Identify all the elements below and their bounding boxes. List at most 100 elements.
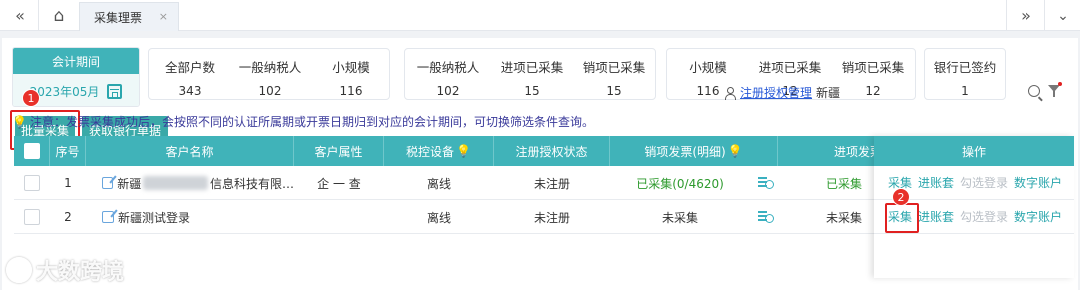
stat-value: 102 bbox=[436, 84, 460, 98]
tab-bar: « ⌂ 采集理票 × » ⌄ bbox=[0, 0, 1080, 31]
highlight-box-2 bbox=[885, 203, 919, 233]
main-panel: 会计期间 2023年05月 全部户数 343 一般纳税人 102 小规模 116… bbox=[2, 38, 1078, 290]
stat-item[interactable]: 银行已签约 1 bbox=[925, 49, 1005, 101]
stat-label: 销项已采集 bbox=[841, 60, 905, 75]
edit-icon[interactable] bbox=[102, 211, 114, 223]
watermark-text: 大数跨境 bbox=[36, 260, 125, 285]
col-sales-label: 销项发票(明细) bbox=[644, 144, 726, 159]
tab-label: 采集理票 bbox=[94, 10, 143, 25]
stat-label: 小规模 bbox=[689, 60, 727, 75]
collapse-left-icon[interactable]: « bbox=[4, 0, 36, 31]
tax-device: 离线 bbox=[426, 176, 451, 191]
col-device-label: 税控设备 bbox=[406, 144, 455, 159]
stat-item[interactable]: 进项已采集 15 bbox=[491, 49, 573, 101]
redacted-text bbox=[143, 176, 208, 190]
scroll-right-icon[interactable]: » bbox=[1010, 0, 1042, 31]
search-icon[interactable] bbox=[1028, 85, 1040, 97]
select-all-checkbox[interactable] bbox=[23, 143, 40, 159]
digital-account-link[interactable]: 数字账户 bbox=[1014, 174, 1062, 191]
col-reg-status: 注册授权状态 bbox=[494, 136, 610, 166]
col-sales: 销项发票(明细) 💡 bbox=[610, 136, 778, 166]
row-checkbox-cell bbox=[14, 200, 50, 234]
edit-icon[interactable] bbox=[102, 177, 114, 189]
row-checkbox[interactable] bbox=[24, 175, 40, 191]
row-index: 1 bbox=[64, 176, 72, 190]
lightbulb-icon: 💡 bbox=[12, 114, 27, 129]
step-badge-2: 2 bbox=[892, 188, 910, 206]
col-index: 序号 bbox=[50, 136, 86, 166]
row-checkbox[interactable] bbox=[24, 209, 40, 225]
stat-value: 15 bbox=[524, 84, 540, 98]
notice-text: 💡 注意：发票采集成功后，会按照不同的认证所属期或开票日期归到对应的会计期间，可… bbox=[12, 113, 594, 130]
customer-attr bbox=[294, 200, 384, 234]
filter-active-dot bbox=[1058, 82, 1062, 86]
enter-ledger-link[interactable]: 进账套 bbox=[918, 174, 954, 191]
customer-name-prefix: 新疆 bbox=[117, 176, 142, 191]
reg-status: 未注册 bbox=[533, 210, 570, 225]
stat-card-bank: 银行已签约 1 bbox=[924, 48, 1006, 100]
stat-value: 102 bbox=[258, 84, 282, 98]
chevron-down-icon[interactable]: ⌄ bbox=[1048, 0, 1078, 31]
stat-label: 一般纳税人 bbox=[416, 60, 480, 75]
home-icon[interactable]: ⌂ bbox=[44, 0, 74, 31]
customer-attr: 企 一 查 bbox=[317, 176, 361, 191]
check-login-link[interactable]: 勾选登录 bbox=[960, 174, 1008, 191]
customer-name[interactable]: 新疆 信息科技有限… bbox=[102, 166, 294, 200]
stat-item[interactable]: 销项已采集 15 bbox=[573, 49, 655, 101]
col-customer: 客户名称 bbox=[86, 136, 294, 166]
input-invoice-status: 已采集 bbox=[825, 176, 862, 191]
search-input[interactable]: 新疆 bbox=[816, 84, 840, 101]
divider bbox=[1044, 0, 1045, 31]
col-attr: 客户属性 bbox=[294, 136, 384, 166]
close-icon[interactable]: × bbox=[159, 10, 168, 23]
col-device: 税控设备 💡 bbox=[384, 136, 494, 166]
check-login-link[interactable]: 勾选登录 bbox=[960, 208, 1008, 225]
stat-item[interactable]: 全部户数 343 bbox=[149, 49, 231, 101]
stat-value: 343 bbox=[178, 84, 202, 98]
tab-invoice-collection[interactable]: 采集理票 × bbox=[79, 2, 179, 31]
lightbulb-icon: 💡 bbox=[456, 144, 471, 158]
digital-account-link[interactable]: 数字账户 bbox=[1014, 208, 1062, 225]
stat-item[interactable]: 销项已采集 12 bbox=[831, 49, 915, 101]
sales-invoice-status: 未采集 bbox=[661, 210, 698, 225]
enter-ledger-link[interactable]: 进账套 bbox=[918, 208, 954, 225]
tax-device: 离线 bbox=[426, 210, 451, 225]
stat-card-general: 一般纳税人 102 进项已采集 15 销项已采集 15 bbox=[404, 48, 656, 100]
stat-label: 销项已采集 bbox=[582, 60, 646, 75]
input-invoice-status: 未采集 bbox=[825, 210, 862, 225]
filter-icon[interactable] bbox=[1048, 85, 1060, 98]
calendar-icon bbox=[107, 83, 123, 99]
watermark-logo-icon bbox=[6, 257, 32, 283]
stat-value: 15 bbox=[606, 84, 622, 98]
stat-label: 进项已采集 bbox=[500, 60, 564, 75]
stat-value: 116 bbox=[339, 84, 363, 98]
sales-query-cell bbox=[754, 166, 778, 200]
stat-value: 12 bbox=[865, 84, 881, 98]
lightbulb-icon: 💡 bbox=[727, 144, 743, 158]
period-label: 会计期间 bbox=[13, 48, 139, 74]
customer-name[interactable]: 新疆测试登录 bbox=[102, 200, 294, 234]
sales-invoice-status: 已采集(0/4620) bbox=[636, 176, 724, 191]
stat-item[interactable]: 小规模 116 bbox=[313, 49, 389, 101]
row-index: 2 bbox=[64, 210, 72, 224]
stat-card-all: 全部户数 343 一般纳税人 102 小规模 116 bbox=[148, 48, 390, 100]
user-icon bbox=[724, 86, 736, 100]
query-list-icon[interactable] bbox=[758, 210, 774, 224]
customer-name-suffix: 信息科技有限… bbox=[209, 176, 294, 191]
stat-label: 进项已采集 bbox=[758, 60, 822, 75]
stat-item[interactable]: 一般纳税人 102 bbox=[405, 49, 491, 101]
stat-value: 1 bbox=[961, 84, 969, 98]
sales-query-cell bbox=[754, 200, 778, 234]
customer-name-prefix: 新疆测试登录 bbox=[118, 210, 191, 225]
register-auth-link[interactable]: 注册授权管理 bbox=[740, 84, 812, 101]
stat-label: 银行已签约 bbox=[933, 60, 997, 75]
stat-label: 一般纳税人 bbox=[238, 60, 302, 75]
divider bbox=[38, 0, 39, 31]
row-checkbox-cell bbox=[14, 166, 50, 200]
divider bbox=[1006, 0, 1007, 31]
query-list-icon[interactable] bbox=[758, 176, 774, 190]
register-auth[interactable]: 注册授权管理 bbox=[724, 84, 812, 101]
stat-item[interactable]: 一般纳税人 102 bbox=[229, 49, 311, 101]
reg-status: 未注册 bbox=[533, 176, 570, 191]
col-ops: 操作 bbox=[874, 136, 1074, 166]
